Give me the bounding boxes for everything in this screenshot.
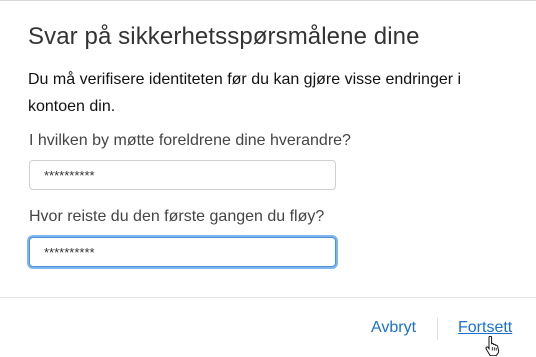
dialog-intro-text: Du må verifisere identiteten før du kan … — [28, 71, 462, 115]
footer-divider — [0, 297, 536, 298]
question-1-label: I hvilken by møtte foreldrene dine hvera… — [29, 132, 351, 149]
question-2-label: Hvor reiste du den første gangen du fløy… — [29, 208, 325, 225]
cancel-button[interactable]: Avbryt — [371, 319, 416, 337]
hand-pointer-icon — [485, 336, 500, 356]
footer-button-separator — [437, 318, 438, 340]
security-questions-dialog: Svar på sikkerhetsspørsmålene dine Du må… — [0, 0, 536, 357]
dialog-title: Svar på sikkerhetsspørsmålene dine — [28, 23, 420, 50]
continue-button[interactable]: Fortsett — [458, 319, 512, 337]
question-2-answer-field[interactable] — [29, 237, 336, 267]
question-1-answer-field[interactable] — [29, 160, 336, 190]
